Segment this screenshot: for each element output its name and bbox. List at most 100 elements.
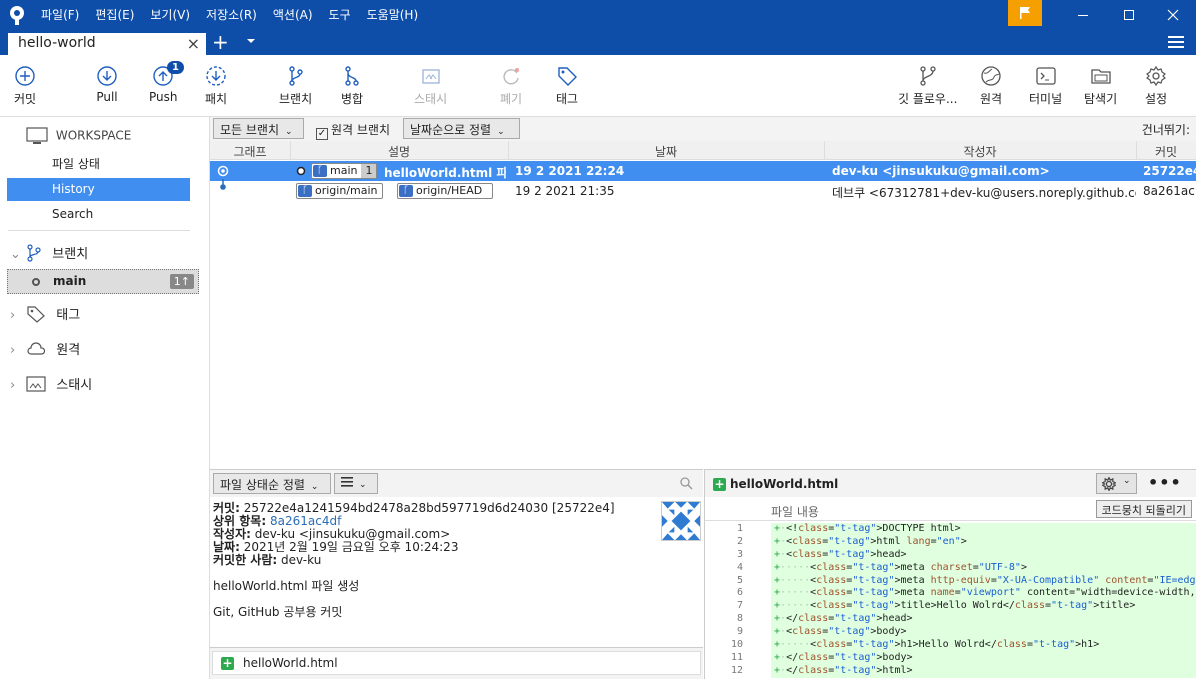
remote-branches-checkbox[interactable]: ✓ 원격 브랜치: [316, 121, 390, 140]
diff-line[interactable]: 5 +·····<class="t-tag">meta http-equiv="X…: [705, 574, 1196, 588]
more-options-icon[interactable]: •••: [1148, 473, 1182, 492]
line-number: 10: [730, 639, 743, 651]
branch-tag-count: 1: [361, 164, 377, 178]
diff-line[interactable]: 8 +·</class="t-tag">head>: [705, 613, 1196, 627]
line-number: 3: [736, 548, 743, 560]
branch-button[interactable]: 브랜치: [279, 65, 312, 107]
remote-button[interactable]: 원격: [980, 65, 1002, 107]
pull-button[interactable]: Pull: [96, 65, 118, 104]
sidebar-item-file-status[interactable]: 파일 상태: [7, 153, 190, 176]
repo-tab[interactable]: hello-world ×: [8, 33, 206, 55]
tab-dropdown-icon[interactable]: [246, 36, 256, 46]
tag-button[interactable]: 태그: [556, 65, 578, 107]
diff-line[interactable]: 9 +·<class="t-tag">body>: [705, 626, 1196, 640]
discard-icon: [503, 68, 520, 85]
sort-order-dropdown[interactable]: 날짜순으로 정렬 ⌄: [403, 118, 520, 139]
merge-button[interactable]: 병합: [341, 65, 363, 107]
commit-date: 19 2 2021 21:35: [515, 184, 615, 198]
menu-edit[interactable]: 편집(E): [87, 0, 142, 30]
diff-line[interactable]: 4 +·····<class="t-tag">meta charset="UTF-…: [705, 561, 1196, 575]
view-mode-dropdown[interactable]: ⌄: [334, 473, 378, 494]
push-label: Push: [149, 90, 178, 104]
line-number: 9: [736, 626, 743, 638]
hamburger-menu-icon[interactable]: [1168, 36, 1184, 48]
gitflow-button[interactable]: 깃 플로우...: [898, 65, 957, 107]
patch-button[interactable]: 패치: [205, 65, 227, 107]
minimize-button[interactable]: [1060, 0, 1106, 30]
branch-tag-label: origin/main: [315, 184, 378, 197]
changed-file-row[interactable]: + helloWorld.html: [212, 651, 701, 675]
menu-tools[interactable]: 도구: [321, 0, 359, 30]
branch-tag-origin-main[interactable]: ᚴ origin/main: [296, 183, 383, 199]
menu-repository[interactable]: 저장소(R): [198, 0, 265, 30]
close-tab-icon[interactable]: ×: [187, 34, 200, 53]
commit-author: 데브쿠 <67312781+dev-ku@users.noreply.githu…: [832, 186, 1136, 200]
flag-button[interactable]: [1008, 0, 1042, 26]
sidebar-item-search[interactable]: Search: [7, 203, 190, 226]
date-label: 날짜:: [213, 540, 240, 554]
line-number: 2: [736, 535, 743, 547]
line-number: 7: [736, 600, 743, 612]
column-header-graph[interactable]: 그래프: [210, 143, 290, 160]
menu-actions[interactable]: 액션(A): [265, 0, 321, 30]
terminal-icon: [1035, 67, 1056, 85]
settings-button[interactable]: 설정: [1145, 65, 1167, 107]
new-tab-button[interactable]: +: [212, 31, 229, 53]
sidebar-branch-main[interactable]: main 1↑: [7, 269, 199, 294]
workspace-label: WORKSPACE: [55, 128, 132, 143]
diff-line[interactable]: 1 +·<!class="t-tag">DOCTYPE html>: [705, 523, 1196, 536]
line-code: +·····<class="t-tag">meta name="viewport…: [771, 587, 1196, 601]
commit-row[interactable]: ᚴ origin/main ᚴ origin/HEAD 19 2 2021 21:3…: [210, 179, 1196, 201]
diff-line[interactable]: 12 +·</class="t-tag">html>: [705, 664, 1196, 678]
column-header-commit[interactable]: 커밋: [1136, 143, 1196, 160]
commit-date: 19 2 2021 22:24: [515, 164, 625, 178]
diff-line[interactable]: 3 +·<class="t-tag">head>: [705, 548, 1196, 562]
sidebar-group-remotes[interactable]: › 원격: [10, 339, 80, 358]
close-window-button[interactable]: [1150, 0, 1196, 30]
branch-tag-main[interactable]: ᚴ main 1: [311, 163, 378, 179]
diff-line[interactable]: 6 +·····<class="t-tag">meta name="viewpor…: [705, 587, 1196, 601]
diff-view: 파일 내용 코드뭉치 되돌리기 1 +·<!class="t-tag">DOCTY…: [704, 497, 1196, 679]
sidebar-group-tags[interactable]: › 태그: [10, 304, 80, 323]
commit-button[interactable]: 커밋: [14, 65, 36, 107]
column-header-description[interactable]: 설명: [290, 143, 508, 160]
commit-hash: 8a261ac: [1143, 184, 1195, 198]
branch-tag-origin-head[interactable]: ᚴ origin/HEAD: [397, 183, 493, 199]
branch-label: 브랜치: [279, 92, 313, 106]
explorer-button[interactable]: 탐색기: [1084, 65, 1117, 107]
diff-options-dropdown[interactable]: ⌄: [1096, 473, 1137, 494]
settings-label: 설정: [1145, 92, 1168, 106]
skip-label: 건너뛰기:: [1141, 123, 1190, 137]
pull-label: Pull: [96, 90, 118, 104]
search-icon[interactable]: [680, 477, 693, 490]
parent-hash-link[interactable]: 8a261ac4df: [270, 514, 341, 528]
chevron-right-icon: ›: [10, 308, 16, 323]
terminal-label: 터미널: [1029, 92, 1063, 106]
merge-icon: [345, 66, 359, 86]
diff-line[interactable]: 11 +·</class="t-tag">body>: [705, 651, 1196, 665]
sidebar-group-branches[interactable]: ⌄ 브랜치: [10, 243, 88, 262]
sidebar-item-history[interactable]: History: [7, 178, 190, 201]
menu-file[interactable]: 파일(F): [33, 0, 87, 30]
diff-line[interactable]: 7 +·····<class="t-tag">title>Hello Wolrd<…: [705, 600, 1196, 614]
column-header-author[interactable]: 작성자: [824, 143, 1136, 160]
branch-filter-dropdown[interactable]: 모든 브랜치 ⌄: [213, 118, 304, 139]
explorer-label: 탐색기: [1084, 92, 1118, 106]
menu-view[interactable]: 보기(V): [142, 0, 198, 30]
column-header-date[interactable]: 날짜: [508, 143, 824, 160]
branch-icon: [27, 244, 41, 262]
file-sort-dropdown[interactable]: 파일 상태순 정렬 ⌄: [213, 473, 331, 494]
maximize-button[interactable]: [1106, 0, 1152, 30]
revert-hunk-button[interactable]: 코드뭉치 되돌리기: [1095, 500, 1192, 518]
workspace-header: WORKSPACE: [26, 127, 131, 145]
terminal-button[interactable]: 터미널: [1029, 65, 1062, 107]
line-number: 1: [736, 523, 743, 534]
menu-help[interactable]: 도움말(H): [359, 0, 427, 30]
sidebar-group-stashes[interactable]: › 스태시: [10, 374, 92, 393]
discard-button[interactable]: 폐기: [500, 65, 522, 107]
monitor-icon: [26, 127, 48, 144]
diff-line[interactable]: 2 +·<class="t-tag">html lang="en">: [705, 535, 1196, 549]
commit-row[interactable]: ᚴ main 1 helloWorld.html 파일 19 2 2021 22:2…: [210, 161, 1196, 181]
diff-line[interactable]: 10 +·····<class="t-tag">h1>Hello Wolrd</c…: [705, 639, 1196, 652]
stash-button[interactable]: 스태시: [414, 65, 447, 107]
